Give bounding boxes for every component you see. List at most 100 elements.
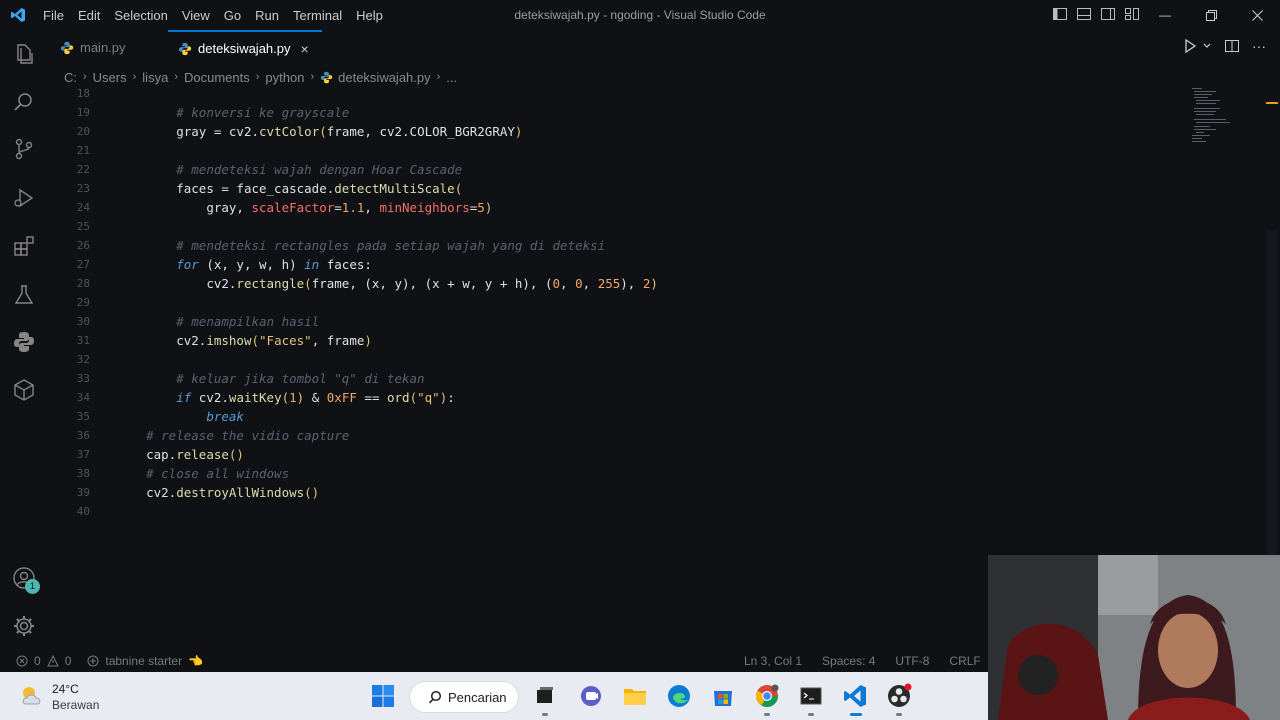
extensions-icon[interactable] xyxy=(12,234,36,258)
minimize-icon[interactable]: — xyxy=(1142,0,1188,30)
chrome-icon[interactable] xyxy=(754,683,780,709)
menu-view[interactable]: View xyxy=(175,8,217,23)
code-line[interactable]: 36 # release the vidio capture xyxy=(48,426,1228,445)
encoding[interactable]: UTF-8 xyxy=(895,654,929,668)
breadcrumb-drive[interactable]: C: xyxy=(64,70,77,85)
taskbar-search[interactable]: Pencarian xyxy=(410,682,518,712)
close-window-icon[interactable] xyxy=(1234,0,1280,30)
obs-icon[interactable] xyxy=(886,683,912,709)
code-line[interactable]: 31 cv2.imshow("Faces", frame) xyxy=(48,331,1228,350)
menu-run[interactable]: Run xyxy=(248,8,286,23)
code-token: ( xyxy=(304,276,312,291)
code-line[interactable]: 34 if cv2.waitKey(1) & 0xFF == ord("q"): xyxy=(48,388,1228,407)
close-icon[interactable]: × xyxy=(301,41,309,57)
code-line[interactable]: 19 # konversi ke grayscale xyxy=(48,103,1228,122)
source-control-icon[interactable] xyxy=(12,137,36,161)
windows-start-icon[interactable] xyxy=(370,683,396,709)
menu-help[interactable]: Help xyxy=(349,8,390,23)
menu-edit[interactable]: Edit xyxy=(71,8,107,23)
tab-main-py[interactable]: main.py xyxy=(48,30,168,65)
tabnine-status[interactable]: tabnine starter xyxy=(105,654,182,668)
search-icon[interactable] xyxy=(12,90,36,114)
toggle-secondary-sidebar-icon[interactable] xyxy=(1100,6,1116,22)
code-line[interactable]: 39 cv2.destroyAllWindows() xyxy=(48,483,1228,502)
menu-go[interactable]: Go xyxy=(217,8,248,23)
code-line[interactable]: 33 # keluar jika tombol "q" di tekan xyxy=(48,369,1228,388)
tab-label: main.py xyxy=(80,40,126,55)
code-line[interactable]: 26 # mendeteksi rectangles pada setiap w… xyxy=(48,236,1228,255)
code-line[interactable]: 37 cap.release() xyxy=(48,445,1228,464)
error-count[interactable]: 0 xyxy=(34,654,41,668)
line-number: 29 xyxy=(76,296,90,309)
line-number: 25 xyxy=(76,220,90,233)
weather-cloudy-icon[interactable] xyxy=(18,682,46,710)
python-icon[interactable] xyxy=(12,330,36,354)
scrollbar-marker xyxy=(1266,102,1278,104)
breadcrumb-symbol[interactable]: ... xyxy=(446,70,457,85)
tab-deteksiwajah-py[interactable]: deteksiwajah.py × xyxy=(168,30,322,65)
code-line[interactable]: 28 cv2.rectangle(frame, (x, y), (x + w, … xyxy=(48,274,1228,293)
gear-icon[interactable] xyxy=(12,614,36,638)
warning-count[interactable]: 0 xyxy=(65,654,72,668)
split-editor-icon[interactable] xyxy=(1224,38,1240,54)
code-token: 5 xyxy=(477,200,485,215)
python-file-icon xyxy=(60,41,74,54)
code-line[interactable]: 40 xyxy=(48,502,1228,521)
breadcrumb-file[interactable]: deteksiwajah.py xyxy=(338,70,431,85)
more-actions-icon[interactable]: ··· xyxy=(1252,38,1266,54)
toggle-panel-icon[interactable] xyxy=(1076,6,1092,22)
code-text: # mendeteksi rectangles pada setiap waja… xyxy=(116,236,605,255)
code-text: cv2.imshow("Faces", frame) xyxy=(116,331,372,350)
code-line[interactable]: 32 xyxy=(48,350,1228,369)
running-indicator xyxy=(808,713,814,716)
explorer-icon[interactable] xyxy=(12,42,36,66)
cursor-position[interactable]: Ln 3, Col 1 xyxy=(744,654,802,668)
code-line[interactable]: 29 xyxy=(48,293,1228,312)
end-of-line[interactable]: CRLF xyxy=(949,654,980,668)
breadcrumb-documents[interactable]: Documents xyxy=(184,70,250,85)
code-line[interactable]: 35 break xyxy=(48,407,1228,426)
terminal-icon[interactable] xyxy=(798,683,824,709)
code-line[interactable]: 22 # mendeteksi wajah dengan Hoar Cascad… xyxy=(48,160,1228,179)
code-line[interactable]: 21 xyxy=(48,141,1228,160)
run-debug-icon[interactable] xyxy=(12,186,36,210)
restore-icon[interactable] xyxy=(1188,0,1234,30)
indentation[interactable]: Spaces: 4 xyxy=(822,654,875,668)
file-explorer-icon[interactable] xyxy=(622,683,648,709)
breadcrumb-users[interactable]: Users xyxy=(93,70,127,85)
vscode-taskbar-icon[interactable] xyxy=(842,683,868,709)
active-indicator xyxy=(850,713,862,716)
line-number: 22 xyxy=(76,163,90,176)
microsoft-store-icon[interactable] xyxy=(710,683,736,709)
weather-temperature[interactable]: 24°C xyxy=(52,682,79,696)
vscode-logo-icon[interactable] xyxy=(10,7,26,23)
testing-icon[interactable] xyxy=(12,283,36,307)
code-line[interactable]: 20 gray = cv2.cvtColor(frame, cv2.COLOR_… xyxy=(48,122,1228,141)
menu-selection[interactable]: Selection xyxy=(107,8,174,23)
run-file-icon[interactable] xyxy=(1182,38,1198,54)
customize-layout-icon[interactable] xyxy=(1124,6,1140,22)
teams-icon[interactable] xyxy=(578,683,604,709)
chevron-down-icon[interactable] xyxy=(1202,38,1212,54)
code-line[interactable]: 23 faces = face_cascade.detectMultiScale… xyxy=(48,179,1228,198)
weather-description[interactable]: Berawan xyxy=(52,698,99,712)
menu-terminal[interactable]: Terminal xyxy=(286,8,349,23)
edge-icon[interactable] xyxy=(666,683,692,709)
code-token: # menampilkan hasil xyxy=(176,314,320,329)
code-line[interactable]: 38 # close all windows xyxy=(48,464,1228,483)
remote-explorer-icon[interactable] xyxy=(12,378,36,402)
code-line[interactable]: 24 gray, scaleFactor=1.1, minNeighbors=5… xyxy=(48,198,1228,217)
toggle-primary-sidebar-icon[interactable] xyxy=(1052,6,1068,22)
code-line[interactable]: 30 # menampilkan hasil xyxy=(48,312,1228,331)
breadcrumb-lisya[interactable]: lisya xyxy=(142,70,168,85)
menu-file[interactable]: File xyxy=(36,8,71,23)
code-line[interactable]: 25 xyxy=(48,217,1228,236)
task-view-icon[interactable] xyxy=(532,683,558,709)
minimap[interactable] xyxy=(1190,86,1240,146)
code-line[interactable]: 18 xyxy=(48,84,1228,103)
breadcrumb-python[interactable]: python xyxy=(265,70,304,85)
editor-actions: ··· xyxy=(1182,38,1266,54)
code-line[interactable]: 27 for (x, y, w, h) in faces: xyxy=(48,255,1228,274)
